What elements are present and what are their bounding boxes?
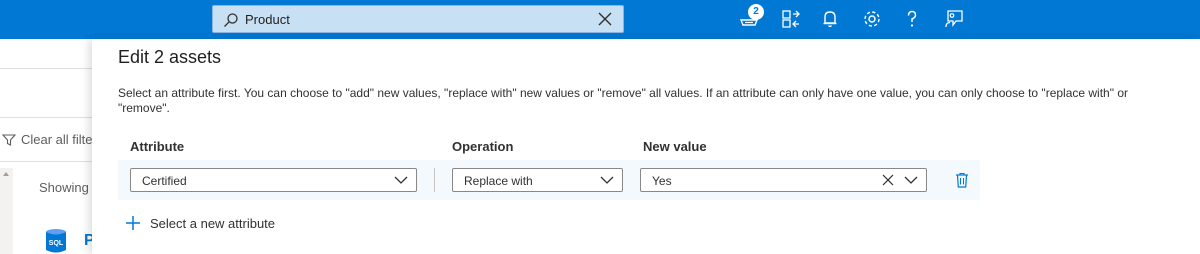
divider <box>0 117 92 118</box>
directory-switch-icon[interactable] <box>780 8 802 30</box>
feedback-icon[interactable] <box>943 8 965 30</box>
sql-database-icon: SQL <box>46 229 66 253</box>
plus-icon[interactable] <box>125 215 141 231</box>
operation-dropdown-value: Replace with <box>464 174 533 188</box>
panel-title: Edit 2 assets <box>118 47 222 67</box>
clear-all-filters-button[interactable]: Clear all filte <box>21 132 92 147</box>
asset-name-link[interactable]: P <box>84 232 92 250</box>
global-search-box[interactable]: Product <box>212 5 624 33</box>
select-new-attribute-button[interactable]: Select a new attribute <box>150 216 275 231</box>
divider <box>0 68 92 69</box>
svg-text:SQL: SQL <box>49 240 64 247</box>
chevron-down-icon <box>904 176 918 184</box>
attribute-dropdown[interactable]: Certified <box>130 168 417 192</box>
chevron-down-icon <box>600 176 614 184</box>
column-divider <box>434 168 435 192</box>
search-icon <box>224 13 238 27</box>
new-value-dropdown-value: Yes <box>652 174 672 188</box>
panel-description: Select an attribute first. You can choos… <box>118 86 1128 115</box>
operation-dropdown[interactable]: Replace with <box>452 168 623 192</box>
notification-count-badge: 2 <box>748 4 764 20</box>
filter-icon <box>2 134 16 146</box>
column-header-operation: Operation <box>452 139 514 154</box>
help-icon[interactable] <box>901 8 923 30</box>
divider <box>0 161 92 162</box>
column-header-new-value: New value <box>643 139 707 154</box>
column-header-attribute: Attribute <box>130 139 185 154</box>
chevron-down-icon <box>394 176 408 184</box>
delete-row-icon[interactable] <box>955 172 969 188</box>
gear-icon[interactable] <box>861 8 883 30</box>
new-value-dropdown[interactable]: Yes <box>640 168 927 192</box>
scrollbar[interactable] <box>0 168 13 254</box>
scroll-up-arrow-icon[interactable] <box>3 172 9 176</box>
top-bar: Product 2 <box>0 0 1200 39</box>
results-count-text: Showing ' <box>39 180 92 195</box>
attribute-dropdown-value: Certified <box>142 174 187 188</box>
search-input[interactable]: Product <box>245 12 290 27</box>
clear-value-icon[interactable] <box>882 174 894 186</box>
close-icon[interactable] <box>597 11 613 27</box>
bell-icon[interactable] <box>819 8 841 30</box>
